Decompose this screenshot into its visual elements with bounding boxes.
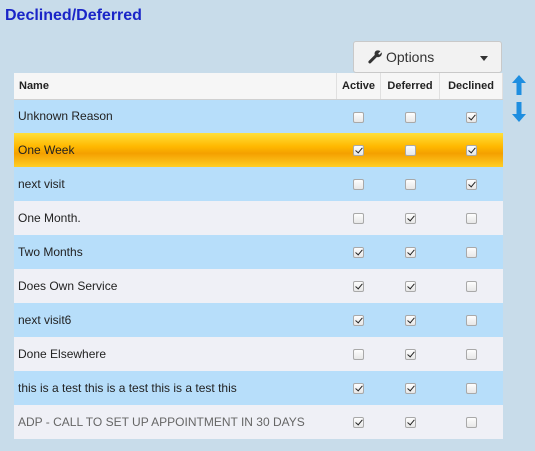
declined-checkbox[interactable] (465, 315, 477, 327)
declined-checkbox[interactable] (465, 213, 477, 225)
deferred-checkbox[interactable] (404, 213, 416, 225)
arrow-up-icon[interactable] (512, 75, 526, 95)
cell-declined (439, 235, 503, 269)
cell-declined (439, 303, 503, 337)
cell-active (336, 133, 381, 167)
cell-declined (439, 405, 503, 439)
table-row[interactable]: Done Elsewhere (14, 337, 503, 371)
deferred-checkbox[interactable] (404, 417, 416, 429)
cell-deferred (380, 235, 440, 269)
column-header-deferred[interactable]: Deferred (380, 73, 440, 100)
deferred-checkbox[interactable] (404, 383, 416, 395)
active-checkbox[interactable] (353, 247, 365, 259)
row-name: this is a test this is a test this is a … (14, 371, 337, 405)
arrow-down-icon[interactable] (512, 102, 526, 122)
active-checkbox[interactable] (353, 383, 365, 395)
cell-deferred (380, 405, 440, 439)
deferred-checkbox[interactable] (404, 349, 416, 361)
row-name: One Month. (14, 201, 337, 235)
cell-deferred (380, 201, 440, 235)
declined-checkbox[interactable] (465, 383, 477, 395)
cell-active (336, 235, 381, 269)
table-row[interactable]: next visit6 (14, 303, 503, 337)
deferred-checkbox[interactable] (404, 315, 416, 327)
cell-active (336, 201, 381, 235)
row-name: Does Own Service (14, 269, 337, 303)
row-name: Done Elsewhere (14, 337, 337, 371)
cell-declined (439, 371, 503, 405)
row-name: Unknown Reason (14, 99, 337, 133)
deferred-checkbox[interactable] (404, 145, 416, 157)
cell-declined (439, 133, 503, 167)
deferred-checkbox[interactable] (404, 179, 416, 191)
table-row[interactable]: ADP - CALL TO SET UP APPOINTMENT IN 30 D… (14, 405, 503, 439)
column-header-name[interactable]: Name (14, 73, 338, 100)
row-name: next visit6 (14, 303, 337, 337)
cell-active (336, 99, 381, 133)
row-name: next visit (14, 167, 337, 201)
deferred-checkbox[interactable] (404, 281, 416, 293)
row-name: ADP - CALL TO SET UP APPOINTMENT IN 30 D… (14, 405, 337, 439)
active-checkbox[interactable] (353, 315, 365, 327)
active-checkbox[interactable] (353, 417, 365, 429)
table-row[interactable]: Does Own Service (14, 269, 503, 303)
table-row[interactable]: One Month. (14, 201, 503, 235)
active-checkbox[interactable] (353, 349, 365, 361)
declined-checkbox[interactable] (465, 417, 477, 429)
cell-declined (439, 99, 503, 133)
active-checkbox[interactable] (353, 281, 365, 293)
column-header-declined[interactable]: Declined (439, 73, 503, 100)
cell-declined (439, 269, 503, 303)
declined-checkbox[interactable] (465, 145, 477, 157)
table-row[interactable]: Unknown Reason (14, 99, 503, 133)
cell-active (336, 371, 381, 405)
cell-declined (439, 201, 503, 235)
options-label: Options (386, 49, 435, 65)
active-checkbox[interactable] (353, 111, 365, 123)
cell-deferred (380, 337, 440, 371)
deferred-checkbox[interactable] (404, 111, 416, 123)
declined-checkbox[interactable] (465, 247, 477, 259)
cell-active (336, 337, 381, 371)
cell-active (336, 303, 381, 337)
table-row[interactable]: Two Months (14, 235, 503, 269)
grid-body: Unknown Reason One Week next visit One Mont… (14, 99, 503, 439)
cell-deferred (380, 167, 440, 201)
row-name: Two Months (14, 235, 337, 269)
declined-checkbox[interactable] (465, 111, 477, 123)
cell-active (336, 269, 381, 303)
declined-checkbox[interactable] (465, 281, 477, 293)
grid-header-row: Name Active Deferred Declined (14, 73, 503, 100)
cell-declined (439, 337, 503, 371)
chevron-down-icon (480, 56, 488, 61)
page-title: Declined/Deferred (5, 7, 142, 24)
column-header-active[interactable]: Active (336, 73, 382, 100)
declined-checkbox[interactable] (465, 349, 477, 361)
active-checkbox[interactable] (353, 213, 365, 225)
cell-deferred (380, 99, 440, 133)
cell-active (336, 167, 381, 201)
cell-active (336, 405, 381, 439)
cell-declined (439, 167, 503, 201)
table-row[interactable]: next visit (14, 167, 503, 201)
cell-deferred (380, 133, 440, 167)
cell-deferred (380, 371, 440, 405)
cell-deferred (380, 303, 440, 337)
cell-deferred (380, 269, 440, 303)
table-row[interactable]: this is a test this is a test this is a … (14, 371, 503, 405)
wrench-icon (367, 49, 383, 65)
row-name: One Week (14, 133, 337, 167)
options-button[interactable]: Options (353, 41, 502, 73)
reason-grid: Name Active Deferred Declined Unknown Re… (14, 73, 503, 439)
deferred-checkbox[interactable] (404, 247, 416, 259)
active-checkbox[interactable] (353, 145, 365, 157)
table-row[interactable]: One Week (14, 133, 503, 167)
active-checkbox[interactable] (353, 179, 365, 191)
declined-checkbox[interactable] (465, 179, 477, 191)
